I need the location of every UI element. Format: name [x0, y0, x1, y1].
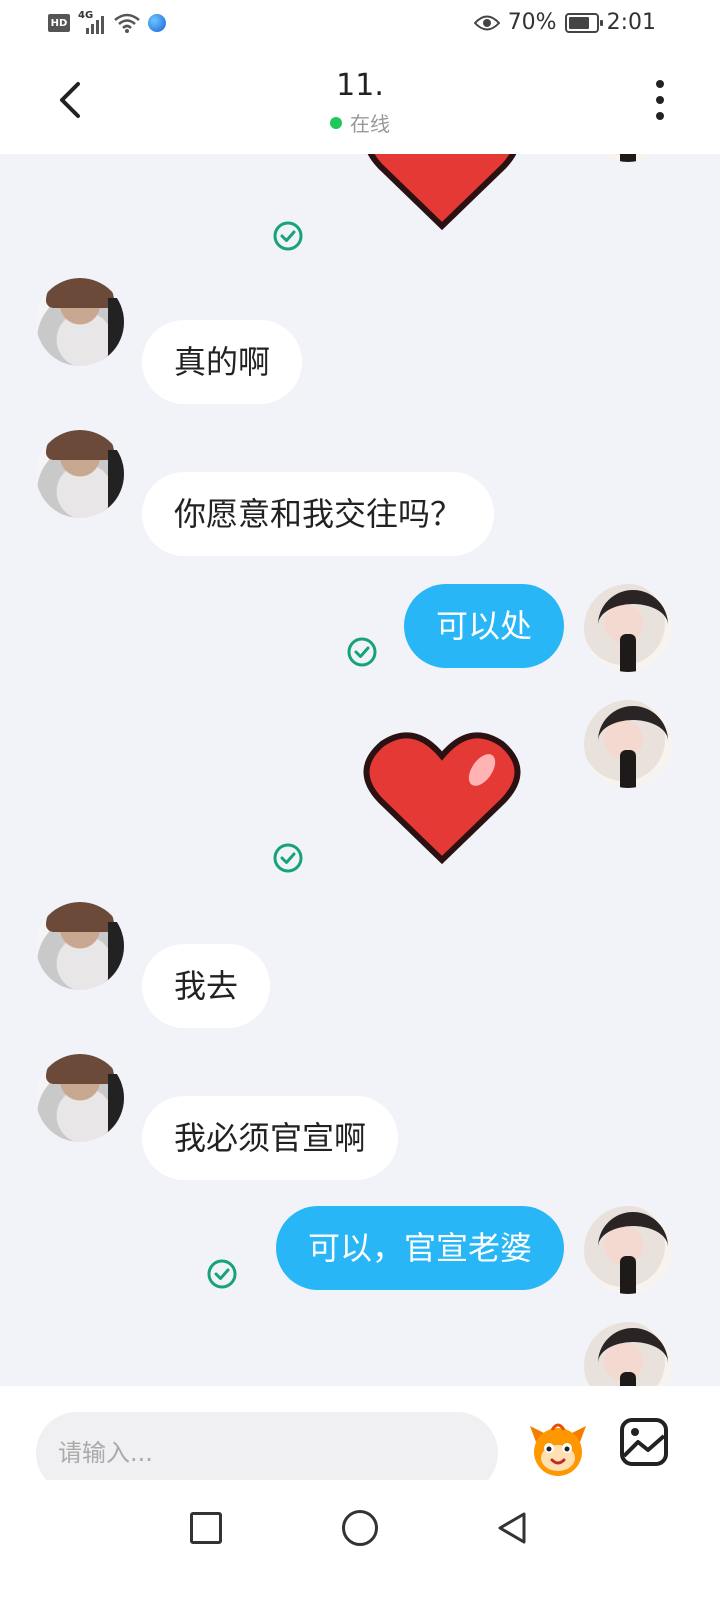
heart-sticker[interactable] [362, 730, 522, 870]
emoji-sticker-icon[interactable] [526, 1416, 590, 1480]
message-bubble-incoming[interactable]: 我去 [142, 944, 271, 1028]
recent-apps-icon[interactable] [190, 1512, 222, 1544]
hd-voice-icon: HD [48, 14, 70, 32]
avatar-contact[interactable] [36, 278, 124, 366]
avatar-self[interactable] [584, 1322, 672, 1386]
image-icon[interactable] [618, 1416, 670, 1468]
home-icon[interactable] [342, 1510, 378, 1546]
avatar-self[interactable] [584, 700, 672, 788]
message-bubble-incoming[interactable]: 你愿意和我交往吗？ [142, 472, 495, 556]
read-check-icon [273, 843, 303, 873]
cellular-signal-icon: 4G [78, 10, 106, 34]
read-check-icon [207, 1259, 237, 1289]
app-notification-icon [148, 14, 166, 32]
more-options-icon[interactable] [650, 80, 670, 120]
eye-comfort-icon [473, 15, 500, 30]
message-bubble-outgoing[interactable]: 可以，官宣老婆 [275, 1206, 564, 1290]
avatar-self[interactable] [584, 1206, 672, 1294]
online-status: 在线 [0, 108, 720, 137]
wifi-icon [114, 13, 140, 33]
clock: 2:01 [606, 10, 656, 35]
battery-icon [564, 12, 603, 33]
battery-percent: 70% [507, 10, 557, 35]
status-bar: HD 4G 70% 2:01 [0, 0, 720, 50]
system-back-icon[interactable] [494, 1510, 530, 1546]
chat-header: 11. 在线 [0, 50, 720, 154]
message-bubble-incoming[interactable]: 真的啊 [142, 320, 303, 404]
contact-name: 11. [336, 68, 384, 103]
avatar-self[interactable] [584, 154, 672, 162]
message-bubble-outgoing[interactable]: 可以处 [403, 584, 564, 668]
read-check-icon [347, 637, 377, 667]
avatar-contact[interactable] [36, 902, 124, 990]
heart-sticker[interactable] [362, 154, 522, 236]
read-check-icon [273, 221, 303, 251]
system-nav-bar [0, 1480, 720, 1600]
avatar-contact[interactable] [36, 1054, 124, 1142]
message-list[interactable]: 真的啊 你愿意和我交往吗？ 可以处 我去 我必须官宣啊 可以，官宣老婆 [0, 154, 720, 1386]
message-bubble-incoming[interactable]: 我必须官宣啊 [142, 1096, 399, 1180]
online-status-label: 在线 [350, 112, 390, 136]
online-dot-icon [330, 116, 342, 129]
avatar-self[interactable] [584, 584, 672, 672]
avatar-contact[interactable] [36, 430, 124, 518]
